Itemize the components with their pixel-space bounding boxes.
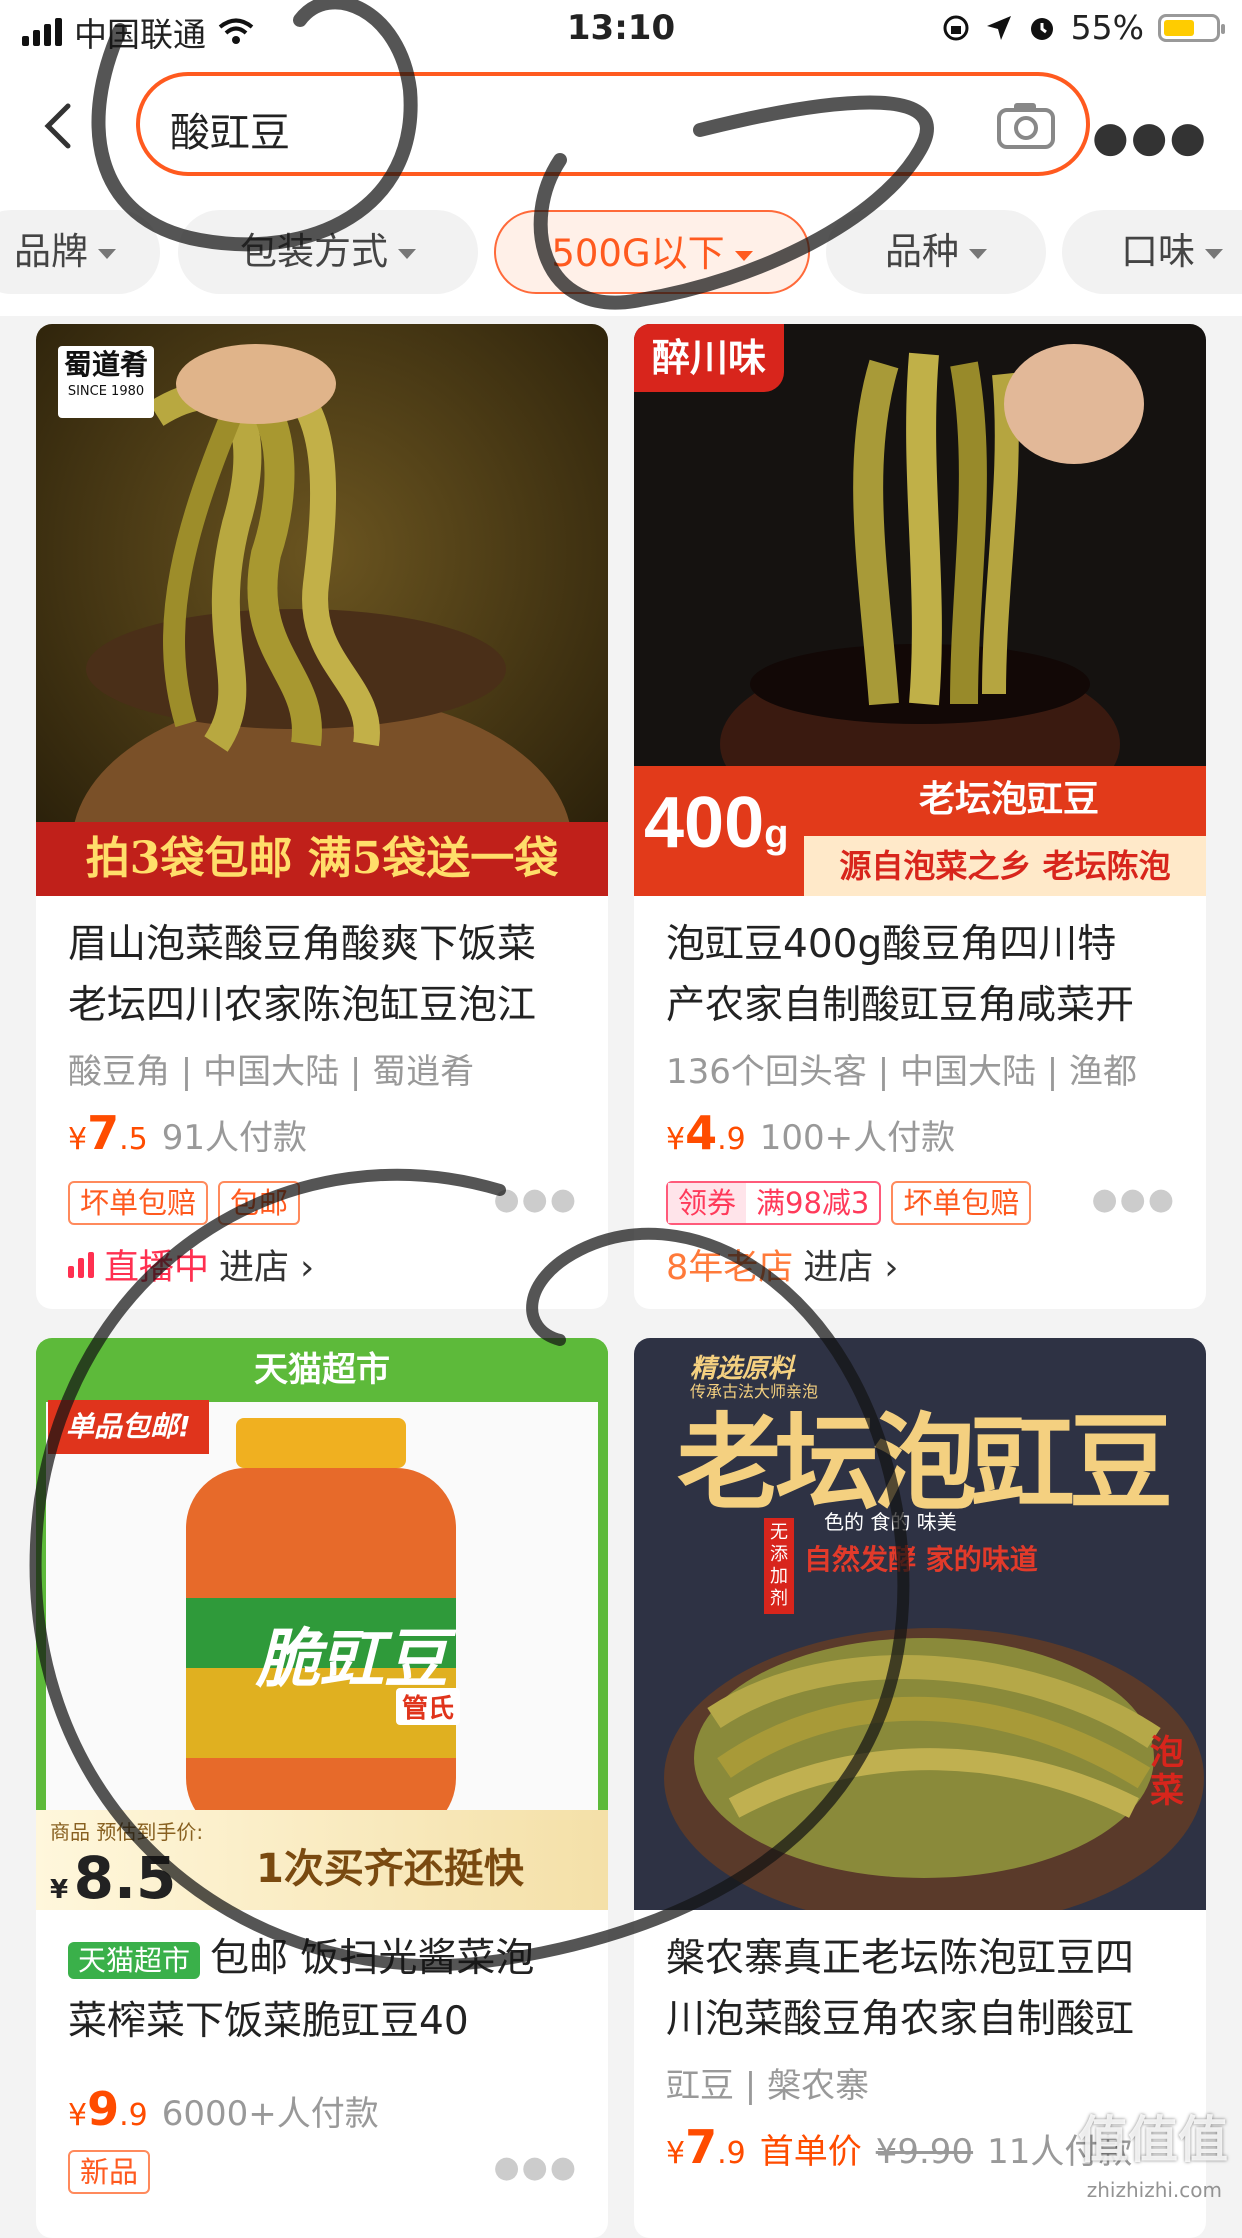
product-price: ¥7.9 首单价 ¥9.90 11人付款 <box>666 2120 1133 2174</box>
product-card[interactable]: 醉川味 400g 老坛泡豇豆 源自泡菜之乡 老坛陈泡 泡豇豆400g酸豆角四川特… <box>634 324 1206 1309</box>
shop-age: 8年老店 <box>666 1248 794 1288</box>
coupon-tag[interactable]: 领券 满98减3 <box>666 1181 882 1225</box>
chevron-left-icon <box>44 103 71 149</box>
product-title: 槃农寨真正老坛陈泡豇豆四 川泡菜酸豆角农家自制酸豇 <box>666 1936 1135 2042</box>
product-image: 天猫超市 单品包邮! 脆豇豆 管氏 商品 预估到手价: ¥ 8.5 1次买齐还挺… <box>36 1338 608 1910</box>
tag-label: 坏单包赔 <box>891 1181 1032 1225</box>
battery-percent: 55% <box>1070 8 1144 47</box>
caret-down-icon <box>734 250 753 261</box>
search-query: 酸豇豆 <box>170 110 290 156</box>
live-status: 直播中 <box>104 1248 210 1288</box>
filter-chip-variety[interactable]: 品种 <box>826 210 1046 294</box>
status-bar: 中国联通 13:10 55% <box>0 0 1242 62</box>
product-price: ¥4.9 100+人付款 <box>666 1106 956 1160</box>
tmall-badge: 天猫超市 <box>68 1942 201 1979</box>
jar-brand: 管氏 <box>396 1688 461 1725</box>
battery-icon <box>1158 13 1225 42</box>
promo-banner: 400g 老坛泡豇豆 源自泡菜之乡 老坛陈泡 <box>634 766 1206 896</box>
product-title: 天猫超市 包邮 饭扫光酱菜泡 菜榨菜下饭菜脆豇豆40 <box>68 1936 535 2044</box>
caret-down-icon <box>1205 248 1223 259</box>
search-header: 酸豇豆 ●●● <box>0 62 1242 190</box>
enter-shop-link[interactable]: 进店 › <box>803 1239 898 1290</box>
camera-icon[interactable] <box>996 100 1056 150</box>
product-meta: 酸豆角 | 中国大陆 | 蜀逍肴 <box>68 1052 475 1092</box>
back-button[interactable] <box>40 100 80 152</box>
caret-down-icon <box>398 248 416 259</box>
product-image: 蜀道肴 SINCE 1980 拍3袋包邮 满5袋送一袋 <box>36 324 608 896</box>
filter-chip-flavor[interactable]: 口味 <box>1062 210 1242 294</box>
product-tags: 新品 <box>68 2150 151 2194</box>
more-options-icon[interactable]: ●●● <box>493 1182 578 1217</box>
enter-shop-link[interactable]: 进店 › <box>219 1239 314 1290</box>
tag-label: 包邮 <box>218 1181 301 1225</box>
watermark-url: zhizhizhi.com <box>1086 2178 1222 2202</box>
alarm-icon <box>1030 17 1053 40</box>
filter-bar: 品牌 包装方式 500G以下 品种 口味 <box>0 190 1242 316</box>
tag-label: 新品 <box>68 2150 151 2194</box>
filter-chip-brand[interactable]: 品牌 <box>0 210 160 294</box>
filter-chip-weight[interactable]: 500G以下 <box>494 210 810 294</box>
shop-row[interactable]: 直播中 进店 › <box>68 1239 314 1290</box>
product-card[interactable]: 蜀道肴 SINCE 1980 拍3袋包邮 满5袋送一袋 眉山泡菜酸豆角酸爽下饭菜… <box>36 324 608 1309</box>
product-image: 醉川味 400g 老坛泡豇豆 源自泡菜之乡 老坛陈泡 <box>634 324 1206 896</box>
product-card[interactable]: 天猫超市 单品包邮! 脆豇豆 管氏 商品 预估到手价: ¥ 8.5 1次买齐还挺… <box>36 1338 608 2238</box>
more-options-icon[interactable]: ●●● <box>493 2150 578 2185</box>
product-image: 精选原料 传承古法大师亲泡 老坛泡豇豆 色的 食的 味美 无添加剂 自然发酵 家… <box>634 1338 1206 1910</box>
jar-label: 脆豇豆 <box>256 1623 448 1697</box>
rotation-lock-icon <box>943 15 969 40</box>
product-meta: 136个回头客 | 中国大陆 | 渔都 <box>666 1052 1138 1092</box>
tag-label: 坏单包赔 <box>68 1181 209 1225</box>
product-meta: 豇豆 | 槃农寨 <box>666 2066 870 2106</box>
caret-down-icon <box>98 248 116 259</box>
product-title: 眉山泡菜酸豆角酸爽下饭菜 老坛四川农家陈泡缸豆泡江 <box>68 922 537 1028</box>
product-title: 泡豇豆400g酸豆角四川特 产农家自制酸豇豆角咸菜开 <box>666 922 1135 1028</box>
watermark: 值值值 <box>1078 2111 1228 2169</box>
promo-banner: 拍3袋包邮 满5袋送一袋 <box>36 822 608 896</box>
more-options-icon[interactable]: ●●● <box>1091 1182 1176 1217</box>
search-input[interactable]: 酸豇豆 <box>136 72 1090 176</box>
location-icon <box>986 15 1011 40</box>
brand-logo: 醉川味 <box>634 324 784 392</box>
tmall-banner: 天猫超市 <box>36 1338 608 1402</box>
price-estimate-bar: 商品 预估到手价: ¥ 8.5 1次买齐还挺快 <box>36 1810 608 1910</box>
shop-row[interactable]: 8年老店 进店 › <box>666 1239 898 1290</box>
product-tags: 领券 满98减3 坏单包赔 <box>666 1181 1032 1225</box>
caret-down-icon <box>969 248 987 259</box>
product-price: ¥9.9 6000+人付款 <box>68 2082 379 2136</box>
more-menu-button[interactable]: ●●● <box>1092 112 1208 161</box>
product-tags: 坏单包赔 包邮 <box>68 1181 301 1225</box>
live-icon <box>68 1251 94 1278</box>
product-price: ¥7.5 91人付款 <box>68 1106 307 1160</box>
filter-chip-packaging[interactable]: 包装方式 <box>178 210 478 294</box>
brand-logo: 蜀道肴 SINCE 1980 <box>58 346 154 418</box>
